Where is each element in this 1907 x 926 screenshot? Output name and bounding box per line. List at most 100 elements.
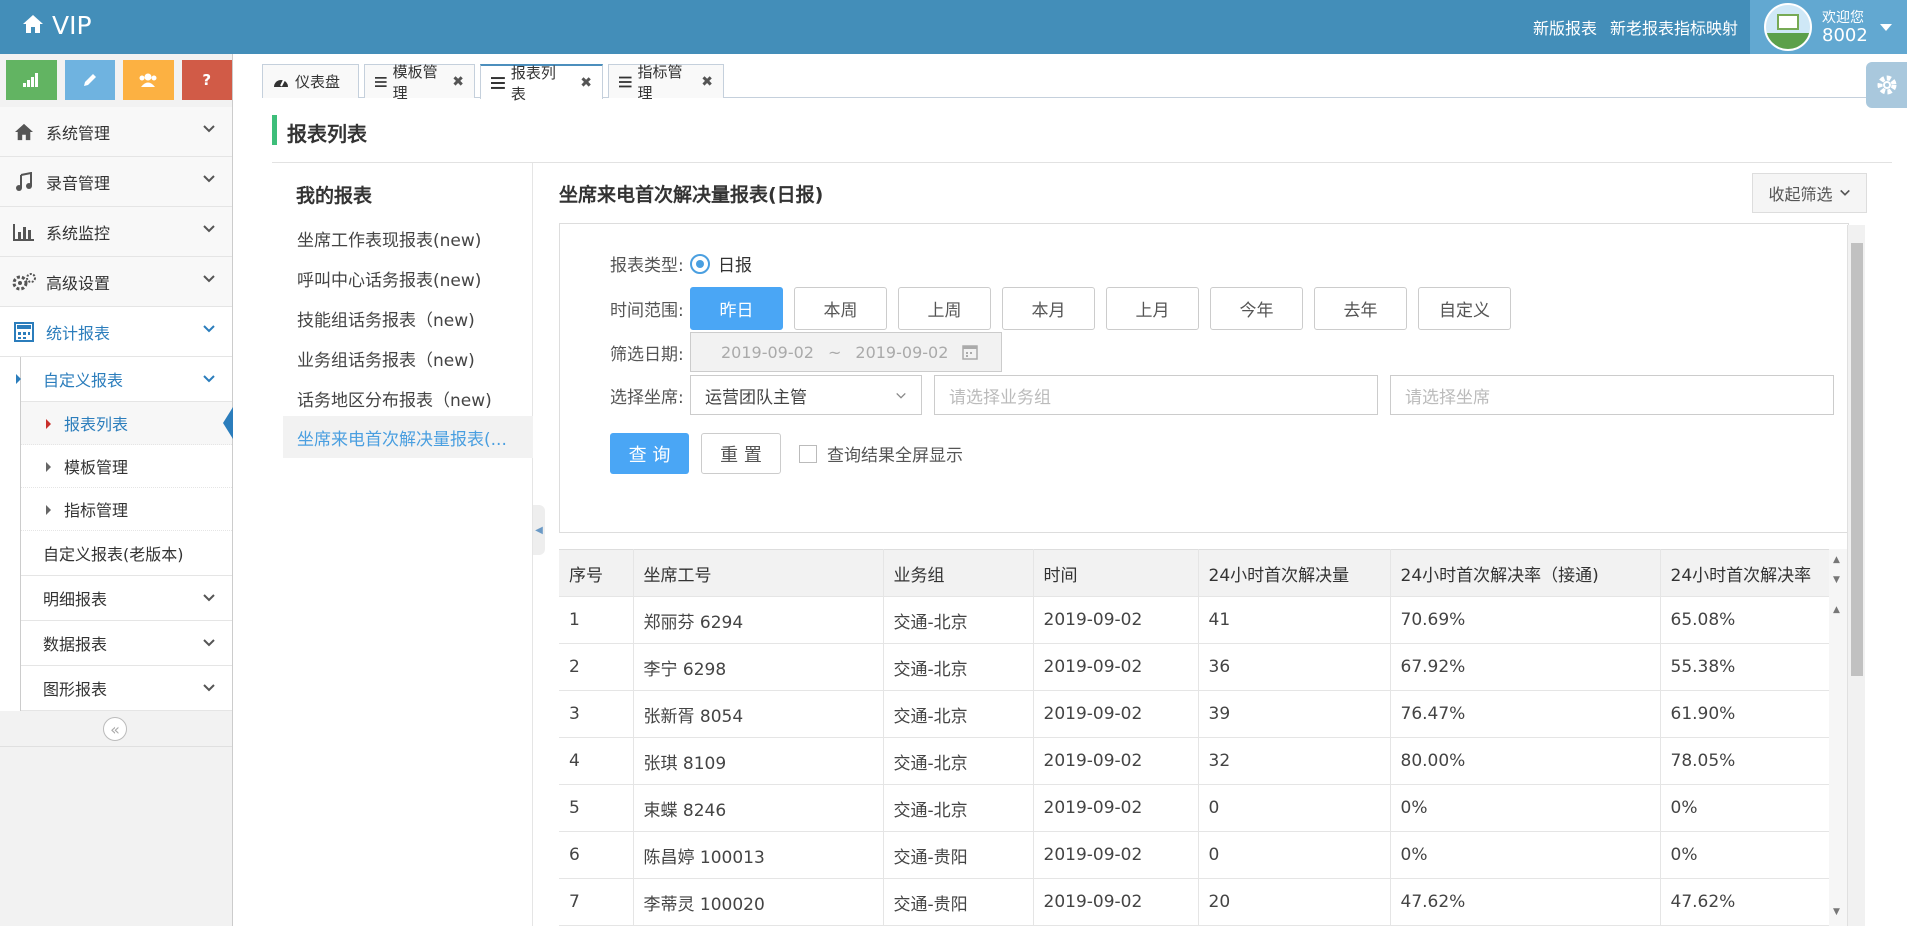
vertical-scrollbar[interactable]	[1847, 225, 1865, 926]
scroll-up-icon[interactable]: ▲	[1833, 555, 1840, 565]
double-left-icon[interactable]: «	[103, 717, 127, 741]
report-link-active[interactable]: 坐席来电首次解决量报表(...	[283, 416, 533, 458]
chevron-down-icon	[896, 392, 906, 399]
sidebar-item-chart-report[interactable]: 图形报表	[21, 666, 232, 711]
report-link[interactable]: 业务组话务报表（new)	[283, 339, 533, 377]
column-header[interactable]: 序号	[559, 549, 634, 597]
tab-label: 模板管理	[392, 62, 438, 102]
sidebar-item-custom-report[interactable]: 自定义报表	[16, 357, 232, 402]
sidebar-item-label: 数据报表	[43, 635, 108, 654]
scrollbar-thumb[interactable]	[1851, 243, 1863, 676]
chevron-down-icon	[203, 684, 215, 692]
report-mapping-link[interactable]: 新老报表指标映射	[1610, 15, 1738, 39]
table-row[interactable]: 4 张琪 8109 交通-北京 2019-09-02 32 80.00% 78.05%	[559, 737, 1830, 785]
table-cell: 0%	[1660, 831, 1830, 879]
sidebar-item-detail-report[interactable]: 明细报表	[21, 576, 232, 621]
range-custom-button[interactable]: 自定义	[1418, 287, 1511, 330]
column-header[interactable]: 24小时首次解决率（接通)	[1390, 549, 1661, 597]
filter-panel: 报表类型: 日报 时间范围: 昨日 本周 上周 本月 上月 今年 去年 自定义 …	[559, 223, 1849, 533]
table-cell: 67.92%	[1390, 643, 1661, 691]
table-row[interactable]: 6 陈昌婷 100013 交通-贵阳 2019-09-02 0 0% 0%	[559, 831, 1830, 879]
scroll-up-icon[interactable]: ▲	[1833, 605, 1840, 615]
table-row[interactable]: 2 李宁 6298 交通-北京 2019-09-02 36 67.92% 55.38%	[559, 643, 1830, 691]
table-cell: 6	[559, 831, 634, 879]
sidebar-item-report-list[interactable]: 报表列表	[21, 402, 233, 445]
title-accent	[272, 115, 277, 145]
close-icon[interactable]: ✖	[580, 75, 592, 91]
sidebar-item-label: 指标管理	[64, 501, 129, 520]
new-report-link[interactable]: 新版报表	[1533, 15, 1597, 39]
sidebar-item-recording[interactable]: 录音管理	[0, 157, 232, 207]
user-menu[interactable]: 欢迎您 8002	[1750, 0, 1907, 54]
date-range-input[interactable]: 2019-09-02 ~ 2019-09-02	[690, 332, 1002, 372]
sidebar-item-monitor[interactable]: 系统监控	[0, 207, 232, 257]
chevron-down-icon	[203, 225, 215, 233]
team-select[interactable]: 运营团队主管	[690, 375, 922, 415]
range-last-month-button[interactable]: 上月	[1106, 287, 1199, 330]
sidebar-item-system[interactable]: 系统管理	[0, 107, 232, 157]
table-row[interactable]: 3 张新胥 8054 交通-北京 2019-09-02 39 76.47% 61.90%	[559, 690, 1830, 738]
agent-select[interactable]: 请选择坐席	[1390, 375, 1834, 415]
column-header[interactable]: 坐席工号	[633, 549, 884, 597]
caret-right-icon	[46, 419, 51, 429]
brand-label: VIP	[52, 11, 92, 40]
users-shortcut-button[interactable]	[123, 60, 174, 100]
daily-radio[interactable]	[690, 253, 710, 274]
sidebar-item-custom-report-old[interactable]: 自定义报表(老版本)	[21, 531, 232, 576]
panel-toggle-handle[interactable]: ◀	[533, 505, 545, 555]
caret-right-icon	[46, 505, 51, 515]
query-button[interactable]: 查 询	[610, 433, 689, 474]
brand[interactable]: VIP	[22, 11, 92, 40]
tab-metric-manage[interactable]: 指标管理 ✖	[608, 63, 724, 102]
column-header[interactable]: 时间	[1033, 549, 1199, 597]
top-navbar: VIP 新版报表 新老报表指标映射 欢迎您 8002	[0, 0, 1907, 54]
settings-button[interactable]	[1866, 62, 1907, 108]
scroll-down-icon[interactable]: ▼	[1833, 907, 1840, 917]
sidebar-item-advanced[interactable]: 高级设置	[0, 257, 232, 307]
range-last-year-button[interactable]: 去年	[1314, 287, 1407, 330]
table-cell: 61.90%	[1660, 690, 1830, 738]
sidebar-item-data-report[interactable]: 数据报表	[21, 621, 232, 666]
table-cell: 78.05%	[1660, 737, 1830, 785]
table-cell: 2019-09-02	[1033, 737, 1199, 785]
question-shortcut-button[interactable]: ?	[181, 60, 232, 100]
fullscreen-checkbox[interactable]	[799, 444, 817, 463]
table-row[interactable]: 5 束蝶 8246 交通-北京 2019-09-02 0 0% 0%	[559, 784, 1830, 832]
close-icon[interactable]: ✖	[452, 74, 464, 90]
report-link[interactable]: 技能组话务报表（new)	[283, 299, 533, 337]
range-last-week-button[interactable]: 上周	[898, 287, 991, 330]
sidebar-item-statistics[interactable]: 统计报表	[0, 307, 232, 357]
collapse-filter-button[interactable]: 收起筛选	[1752, 173, 1867, 213]
report-link[interactable]: 坐席工作表现报表(new)	[283, 219, 533, 257]
column-header[interactable]: 24小时首次解决率	[1660, 549, 1830, 597]
tab-dashboard[interactable]: 仪表盘	[262, 64, 359, 98]
range-this-month-button[interactable]: 本月	[1002, 287, 1095, 330]
pencil-shortcut-button[interactable]	[64, 60, 115, 100]
time-range-row: 时间范围: 昨日 本周 上周 本月 上月 今年 去年 自定义	[610, 287, 1522, 330]
my-reports-heading: 我的报表	[296, 185, 373, 207]
close-icon[interactable]: ✖	[701, 74, 713, 90]
table-cell: 47.62%	[1390, 878, 1661, 926]
table-row[interactable]: 1 郑丽芬 6294 交通-北京 2019-09-02 41 70.69% 65.08%	[559, 596, 1830, 644]
tab-report-list[interactable]: 报表列表 ✖	[480, 64, 603, 103]
table-row[interactable]: 7 李蒂灵 100020 交通-贵阳 2019-09-02 20 47.62% 47.62%	[559, 878, 1830, 926]
column-header[interactable]: 24小时首次解决量	[1198, 549, 1391, 597]
range-this-week-button[interactable]: 本周	[794, 287, 887, 330]
column-header[interactable]: 业务组	[883, 549, 1034, 597]
tab-template-manage[interactable]: 模板管理 ✖	[364, 63, 475, 102]
report-link[interactable]: 话务地区分布报表（new)	[283, 379, 533, 417]
avatar	[1764, 3, 1812, 51]
signal-shortcut-button[interactable]	[6, 60, 57, 100]
scroll-down-icon[interactable]: ▼	[1833, 575, 1840, 585]
group-select[interactable]: 请选择业务组	[934, 375, 1378, 415]
sidebar-item-label: 统计报表	[46, 323, 111, 343]
sidebar-item-template-manage[interactable]: 模板管理	[21, 445, 232, 488]
date-separator: ~	[827, 342, 842, 362]
sidebar-item-metric-manage[interactable]: 指标管理	[21, 488, 232, 531]
range-this-year-button[interactable]: 今年	[1210, 287, 1303, 330]
table-cell: 交通-北京	[883, 643, 1034, 691]
table-scrollbar[interactable]: ▲ ▼ ▲ ▼	[1829, 549, 1847, 926]
range-yesterday-button[interactable]: 昨日	[690, 287, 783, 330]
report-link[interactable]: 呼叫中心话务报表(new)	[283, 259, 533, 297]
reset-button[interactable]: 重 置	[701, 433, 781, 474]
